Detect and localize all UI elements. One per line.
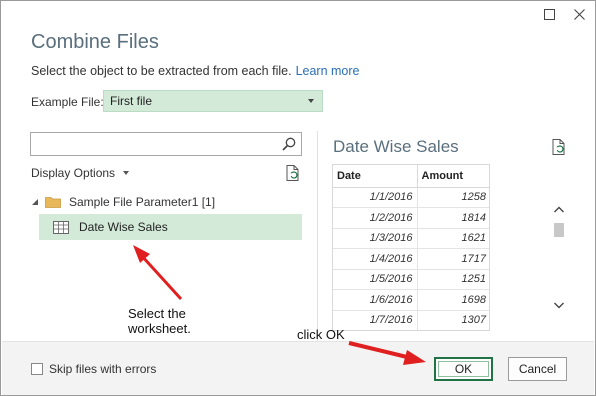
dialog-subtitle: Select the object to be extracted from e… — [31, 64, 360, 78]
ok-button[interactable]: OK — [434, 357, 493, 381]
cancel-button[interactable]: Cancel — [508, 357, 567, 381]
sheet-label: Date Wise Sales — [79, 220, 168, 234]
chevron-down-icon — [308, 99, 314, 103]
table-cell: 1/1/2016 — [333, 187, 418, 208]
combine-files-dialog: Combine Files Select the object to be ex… — [0, 0, 596, 396]
skip-files-label: Skip files with errors — [49, 362, 157, 376]
annotation-click-ok: click OK — [297, 327, 345, 342]
table-cell: 1/3/2016 — [333, 228, 418, 249]
table-row: 1/2/2016 1814 — [333, 207, 489, 229]
display-options-label: Display Options — [31, 166, 116, 180]
table-cell: 1251 — [417, 269, 489, 290]
annotation-line: worksheet. — [128, 321, 191, 336]
search-icon[interactable] — [281, 136, 297, 152]
table-header-row: Date Amount — [333, 165, 489, 188]
table-cell: 1/2/2016 — [333, 207, 418, 229]
chevron-down-icon — [123, 171, 130, 175]
skip-files-option[interactable]: Skip files with errors — [31, 362, 156, 376]
close-button[interactable] — [564, 3, 594, 25]
table-cell: 1717 — [417, 248, 489, 270]
search-input[interactable] — [31, 133, 271, 155]
skip-files-checkbox[interactable] — [31, 363, 43, 375]
folder-label: Sample File Parameter1 [1] — [69, 195, 216, 209]
example-file-dropdown[interactable]: First file — [103, 90, 323, 112]
table-cell: 1814 — [417, 207, 489, 229]
cancel-label: Cancel — [518, 362, 557, 376]
example-file-value: First file — [110, 94, 152, 108]
table-cell: 1/6/2016 — [333, 289, 418, 311]
preview-scrollbar[interactable] — [550, 186, 568, 331]
table-row: 1/7/2016 1307 — [333, 310, 489, 330]
annotation-select-worksheet: Select the worksheet. — [128, 306, 191, 336]
expand-arrow-icon[interactable] — [31, 198, 39, 206]
annotation-line: Select the — [128, 306, 186, 321]
table-cell: 1258 — [417, 187, 489, 208]
column-header-amount: Amount — [417, 165, 489, 188]
example-file-label: Example File: — [31, 95, 104, 109]
chevron-up-icon[interactable] — [553, 204, 565, 216]
display-options-dropdown[interactable]: Display Options — [31, 166, 130, 180]
subtitle-text: Select the object to be extracted from e… — [31, 64, 292, 78]
preview-title: Date Wise Sales — [333, 137, 459, 156]
tree-folder-item[interactable]: Sample File Parameter1 [1] — [31, 193, 215, 211]
learn-more-link[interactable]: Learn more — [296, 64, 360, 78]
dialog-title: Combine Files — [31, 31, 159, 53]
chevron-down-icon[interactable] — [553, 299, 565, 311]
pane-divider — [317, 131, 318, 341]
worksheet-icon — [53, 220, 69, 234]
table-row: 1/1/2016 1258 — [333, 187, 489, 208]
close-icon — [573, 8, 585, 20]
refresh-icon[interactable] — [284, 164, 302, 182]
ok-focus-ring — [438, 361, 489, 377]
table-row: 1/6/2016 1698 — [333, 289, 489, 311]
folder-icon — [45, 197, 61, 208]
tree-sheet-item[interactable]: Date Wise Sales — [39, 214, 302, 240]
table-cell: 1621 — [417, 228, 489, 249]
table-cell: 1/5/2016 — [333, 269, 418, 290]
table-row: 1/3/2016 1621 — [333, 228, 489, 249]
table-cell: 1/4/2016 — [333, 248, 418, 270]
scrollbar-thumb[interactable] — [554, 223, 564, 237]
preview-table: Date Amount 1/1/2016 1258 1/2/2016 1814 1/… — [332, 164, 490, 331]
table-row: 1/5/2016 1251 — [333, 269, 489, 290]
maximize-button[interactable] — [534, 3, 564, 25]
annotation-arrow — [133, 245, 183, 301]
table-cell: 1/7/2016 — [333, 310, 418, 330]
refresh-icon[interactable] — [550, 138, 568, 156]
search-field[interactable] — [30, 132, 302, 156]
table-row: 1/4/2016 1717 — [333, 248, 489, 270]
table-cell: 1698 — [417, 289, 489, 311]
maximize-icon — [543, 8, 555, 20]
column-header-date: Date — [333, 165, 418, 188]
table-cell: 1307 — [417, 310, 489, 330]
